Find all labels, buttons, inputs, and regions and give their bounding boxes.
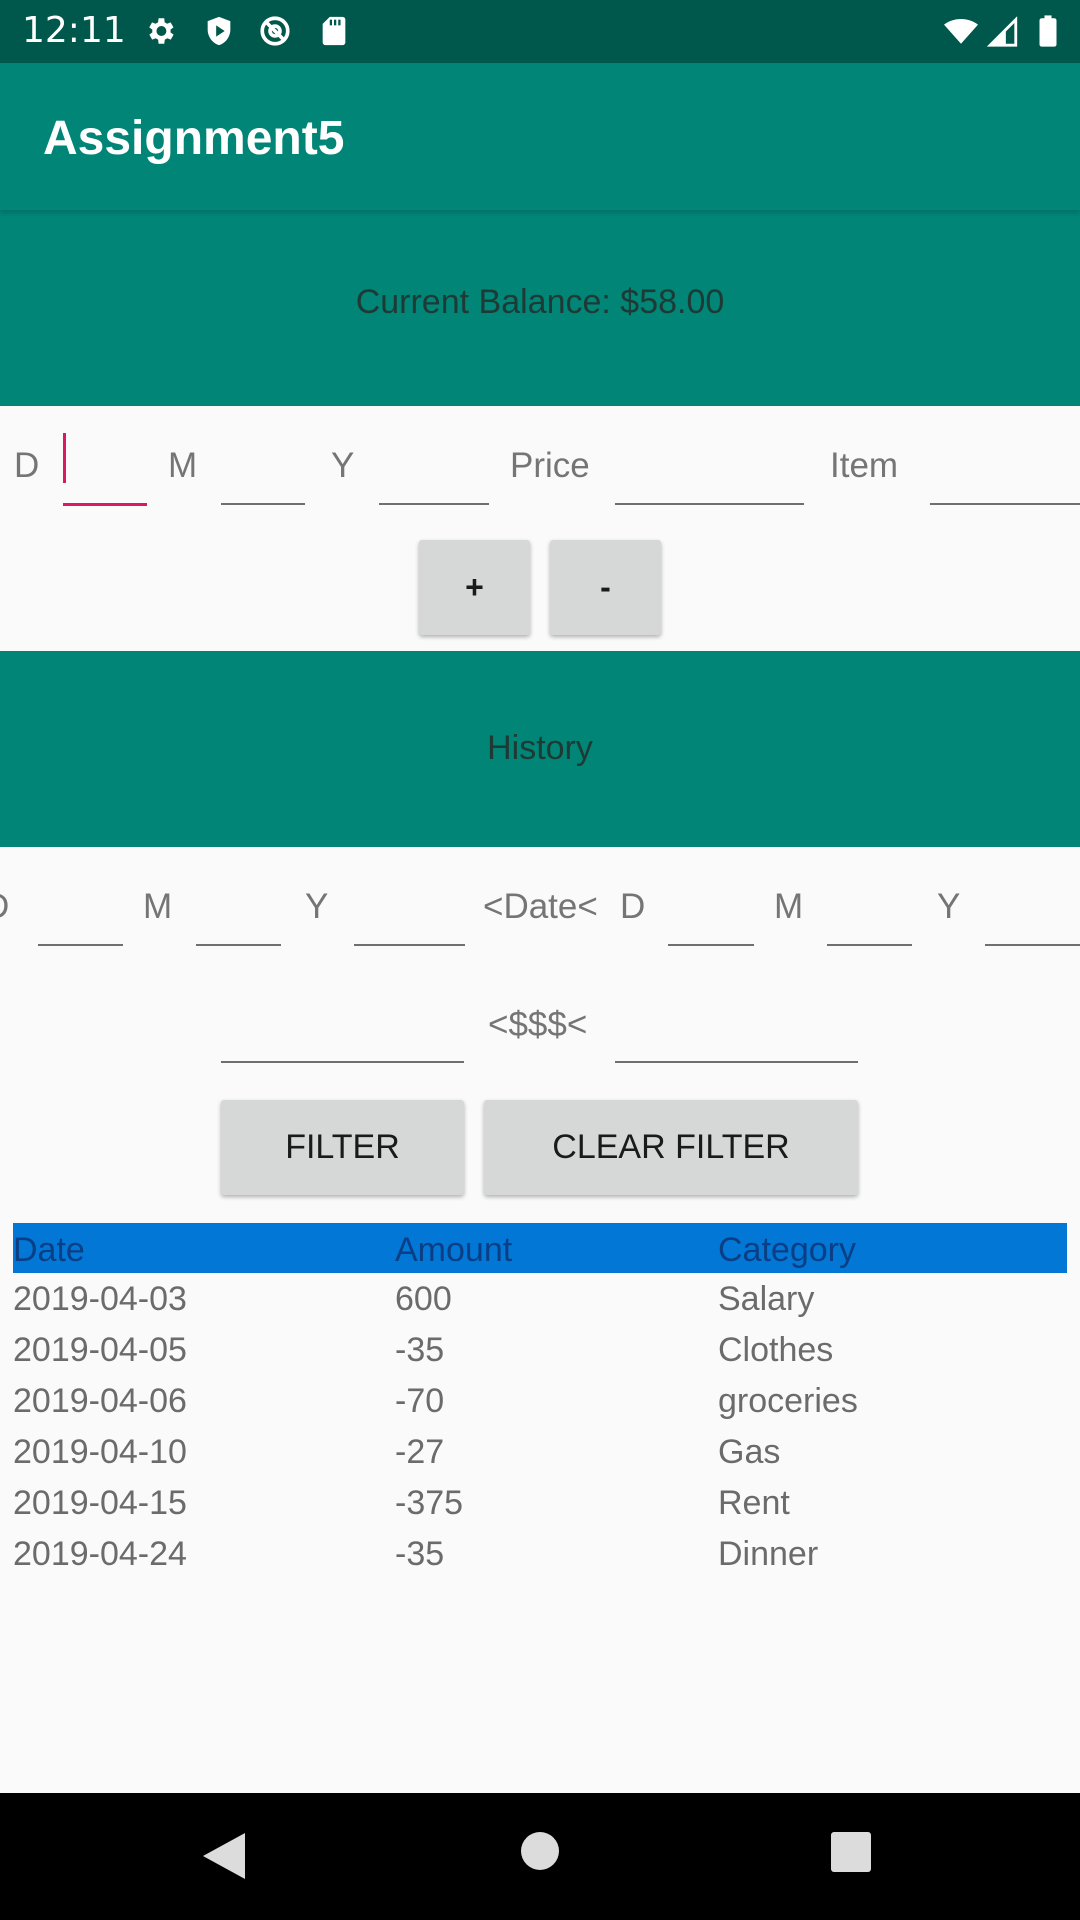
month-input[interactable] [221,447,305,505]
date-range-label: <Date< [483,887,598,926]
cell-category: Dinner [718,1535,819,1573]
to-year-input[interactable] [985,888,1080,946]
header-date: Date [13,1231,85,1269]
amount-range-label: <$$$< [488,1005,588,1044]
history-table: Date Amount Category 2019-04-03 600 Sala… [13,1223,1067,1579]
from-day-input[interactable] [38,888,123,946]
year-label: Y [331,446,355,485]
to-day-label: D [620,887,646,926]
current-balance: Current Balance: $58.00 [355,283,725,321]
cell-amount: -35 [395,1535,445,1573]
cell-date: 2019-04-05 [13,1331,187,1369]
gear-icon [149,18,174,44]
shield-icon [207,16,231,46]
wifi-icon [944,18,978,44]
table-header: Date Amount Category [13,1223,1067,1273]
table-row: 2019-04-15 -375 Rent [13,1477,1067,1528]
table-row: 2019-04-06 -70 groceries [13,1375,1067,1426]
to-year-label: Y [937,887,961,926]
table-row: 2019-04-10 -27 Gas [13,1426,1067,1477]
home-icon[interactable] [519,1830,561,1872]
cell-amount: -375 [395,1484,464,1522]
from-year-input[interactable] [354,888,465,946]
at-sign-icon [260,16,290,46]
price-label: Price [510,446,590,485]
recents-icon[interactable] [830,1831,872,1873]
to-month-label: M [774,887,804,926]
app-title: Assignment5 [43,112,345,165]
from-year-label: Y [305,887,329,926]
cell-category: Gas [718,1433,781,1471]
navigation-bar [0,1793,1080,1920]
history-panel: History [0,651,1080,847]
month-label: M [168,446,198,485]
cell-amount: -27 [395,1433,445,1471]
header-category: Category [718,1231,856,1269]
cell-date: 2019-04-15 [13,1484,187,1522]
to-day-input[interactable] [668,888,754,946]
sd-card-icon [322,16,346,46]
cell-category: Rent [718,1484,790,1522]
cell-date: 2019-04-06 [13,1382,187,1420]
from-month-label: M [143,887,173,926]
cell-date: 2019-04-24 [13,1535,187,1573]
price-input[interactable] [615,447,804,505]
to-month-input[interactable] [827,888,912,946]
table-row: 2019-04-24 -35 Dinner [13,1528,1067,1579]
subtract-button[interactable]: - [550,540,661,635]
cell-category: Salary [718,1280,815,1318]
year-input[interactable] [379,447,489,505]
app-bar: Assignment5 [0,63,1080,210]
cell-amount: -35 [395,1331,445,1369]
cell-category: Clothes [718,1331,834,1369]
table-row: 2019-04-03 600 Salary [13,1273,1067,1324]
item-input[interactable] [930,447,1080,505]
cell-date: 2019-04-10 [13,1433,187,1471]
min-amount-input[interactable] [221,1005,464,1063]
day-input[interactable] [63,447,147,506]
max-amount-input[interactable] [615,1005,858,1063]
cell-category: groceries [718,1382,858,1420]
history-title: History [487,729,593,767]
filter-button[interactable]: FILTER [221,1100,464,1195]
back-icon[interactable] [201,1831,247,1881]
signal-icon [986,16,1018,47]
cell-amount: -70 [395,1382,445,1420]
status-time: 12:11 [22,10,126,51]
battery-icon [1039,15,1057,47]
table-row: 2019-04-05 -35 Clothes [13,1324,1067,1375]
day-label: D [14,446,40,485]
header-amount: Amount [395,1231,513,1269]
cell-date: 2019-04-03 [13,1280,187,1318]
text-cursor [63,433,66,483]
balance-panel: Current Balance: $58.00 [0,210,1080,406]
clear-filter-button[interactable]: CLEAR FILTER [484,1100,858,1195]
status-bar: 12:11 [0,0,1080,63]
add-button[interactable]: + [419,540,530,635]
cell-amount: 600 [395,1280,452,1318]
item-label: Item [830,446,899,485]
from-month-input[interactable] [196,888,281,946]
from-day-label: D [0,886,9,928]
